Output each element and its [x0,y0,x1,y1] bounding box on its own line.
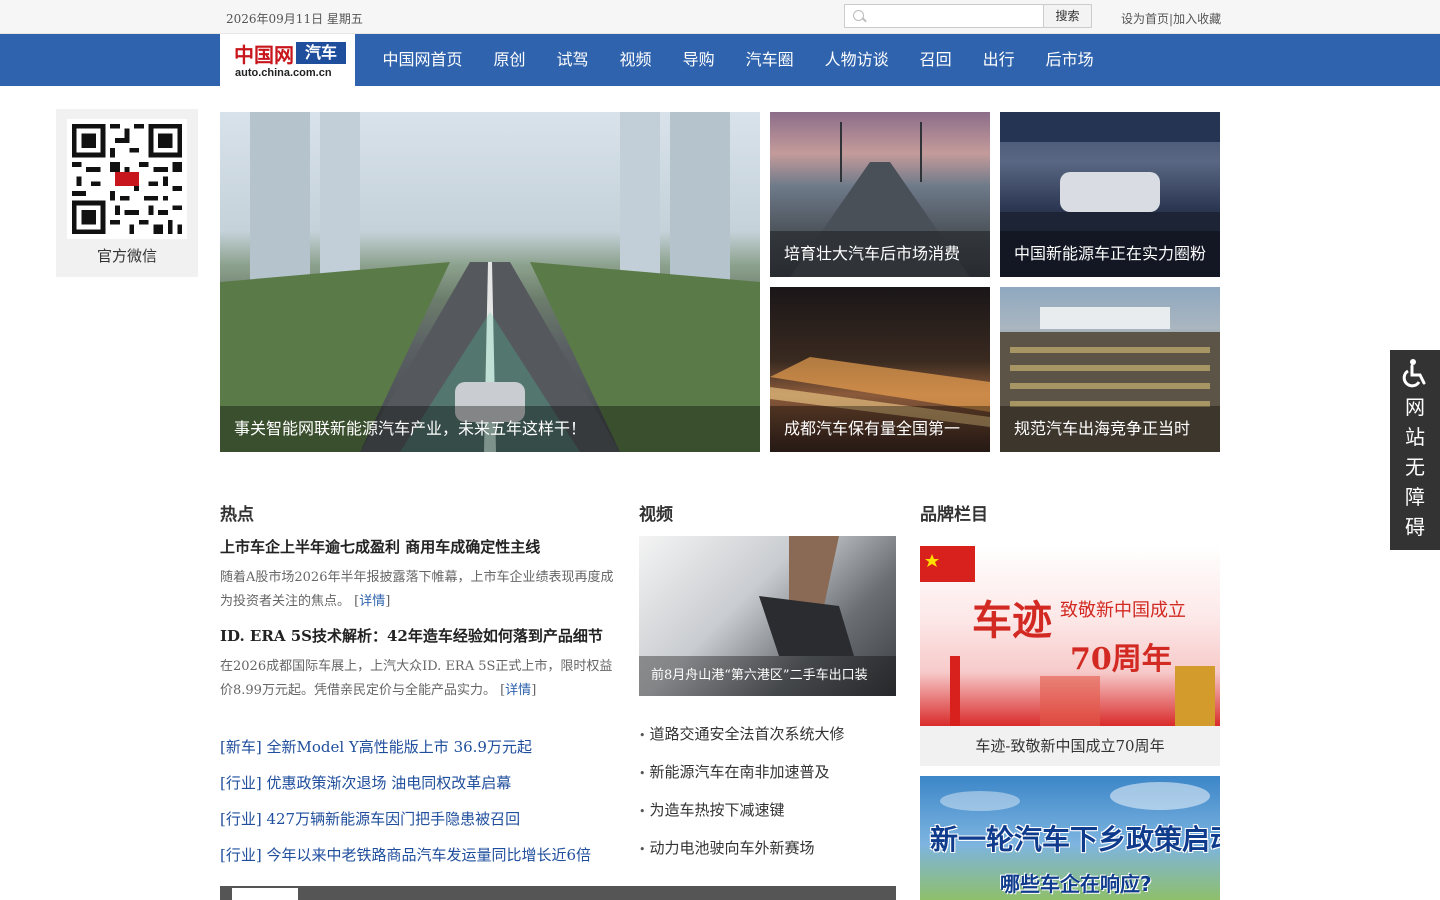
nav-item-test-drive[interactable]: 试驾 [541,34,604,86]
accessibility-char: 站 [1405,425,1425,449]
nav-item-home[interactable]: 中国网首页 [367,34,478,86]
video-feature[interactable]: 前8月舟山港“第六港区”二手车出口装 [639,536,896,696]
focus-main-caption: 事关智能网联新能源汽车产业，未来五年这样干！ [220,406,760,452]
main-nav: 中国网 汽车 auto.china.com.cn 中国网首页 原创 试驾 视频 … [0,34,1440,86]
accessibility-char: 障 [1405,485,1425,509]
focus-caption-chengdu: 成都汽车保有量全国第一 [770,406,990,452]
hot-summary-1: 随着A股市场2026年半年报披露落下帷幕，上市车企业绩表现再度成为投资者关注的焦… [220,566,615,614]
accessibility-char: 碍 [1405,515,1425,539]
search-box[interactable] [844,4,1044,28]
focus-image-nev[interactable]: 中国新能源车正在实力圈粉 [1000,112,1220,277]
brand-caption-cheji: 车迹-致敬新中国成立70周年 [975,737,1165,755]
wheelchair-icon [1402,359,1426,388]
nav-item-interviews[interactable]: 人物访谈 [809,34,904,86]
bottom-tab-bar [220,886,896,900]
nav-item-aftermarket[interactable]: 后市场 [1030,34,1109,86]
accessibility-label: 网 站 无 障 碍 [1390,392,1440,542]
brand-banner-title: 车迹 [972,597,1052,644]
focus-image-export[interactable]: 规范汽车出海竞争正当时 [1000,287,1220,452]
nav-item-video[interactable]: 视频 [604,34,667,86]
list-item[interactable]: [行业] 今年以来中老铁路商品汽车发运量同比增长近6倍 [220,837,591,873]
list-item[interactable]: 为造车热按下减速键 [639,792,845,830]
logo-section: 汽车 [296,42,346,64]
list-item[interactable]: [行业] 427万辆新能源车因门把手隐患被召回 [220,801,591,837]
add-favorite-link[interactable]: 加入收藏 [1173,12,1221,26]
smart-road-illustration [220,112,760,452]
section-title-hot: 热点 [220,505,254,525]
top-links: 设为首页|加入收藏 [1121,10,1221,27]
brand-column-cheji[interactable]: 车迹 致敬新中国成立 70周年 车迹-致敬新中国成立70周年 [920,546,1220,766]
focus-main-image[interactable]: 事关智能网联新能源汽车产业，未来五年这样干！ [220,112,760,452]
accessibility-char: 网 [1405,395,1425,419]
list-item[interactable]: 道路交通安全法首次系统大修 [639,716,845,754]
video-list: 道路交通安全法首次系统大修 新能源汽车在南非加速普及 为造车热按下减速键 动力电… [639,716,845,868]
nav-item-original[interactable]: 原创 [478,34,541,86]
nav-item-buying-guide[interactable]: 导购 [667,34,730,86]
section-title-brand: 品牌栏目 [920,505,988,525]
focus-caption-export: 规范汽车出海竞争正当时 [1000,406,1220,452]
list-item[interactable]: 动力电池驶向车外新赛场 [639,830,845,868]
nav-item-travel[interactable]: 出行 [967,34,1030,86]
hot-summary-2: 在2026成都国际车展上，上汽大众ID. ERA 5S正式上市，限时权益价8.9… [220,655,615,703]
hot-news-list: [新车] 全新Model Y高性能版上市 36.9万元起 [行业] 优惠政策渐次… [220,729,591,873]
detail-bracket-close: ] [531,683,537,698]
search-button[interactable]: 搜索 [1043,4,1092,28]
logo-brand: 中国网 [234,43,294,67]
focus-image-chengdu[interactable]: 成都汽车保有量全国第一 [770,287,990,452]
list-item[interactable]: 新能源汽车在南非加速普及 [639,754,845,792]
list-item[interactable]: [行业] 优惠政策渐次退场 油电同权改革启幕 [220,765,591,801]
nav-items: 中国网首页 原创 试驾 视频 导购 汽车圈 人物访谈 召回 出行 后市场 [367,34,1109,86]
section-title-video: 视频 [639,505,673,525]
focus-caption-nev: 中国新能源车正在实力圈粉 [1000,231,1220,277]
search-input[interactable] [871,7,1039,25]
detail-link-2[interactable]: 详情 [505,683,531,698]
qr-code-icon [67,119,187,239]
video-caption: 前8月舟山港“第六港区”二手车出口装 [639,656,896,696]
current-date: 2026年09月11日 星期五 [226,12,363,26]
brand-banner-line: 致敬新中国成立 [1060,600,1186,621]
hot-headline-2[interactable]: ID. ERA 5S技术解析：42年造车经验如何落到产品细节 [220,625,603,646]
list-item[interactable]: [新车] 全新Model Y高性能版上市 36.9万元起 [220,729,591,765]
detail-bracket-close: ] [385,594,391,609]
wechat-label: 官方微信 [96,247,157,265]
accessibility-char: 无 [1405,455,1425,479]
brand-banner2-line1: 新一轮汽车下乡政策启动 [930,823,1220,856]
hot-headline-1[interactable]: 上市车企上半年逾七成盈利 商用车成确定性主线 [220,536,540,557]
accessibility-widget[interactable]: 网 站 无 障 碍 [1390,350,1440,550]
hot-summary-text-2: 在2026成都国际车展上，上汽大众ID. ERA 5S正式上市，限时权益价8.9… [220,659,613,698]
site-logo[interactable]: 中国网 汽车 auto.china.com.cn [220,34,355,86]
brand-column-countryside[interactable]: 新一轮汽车下乡政策启动 哪些车企在响应? [920,776,1220,900]
logo-domain: auto.china.com.cn [235,67,332,79]
brand-banner2-line2: 哪些车企在响应? [1000,872,1152,896]
brand-banner-cheji: 车迹 致敬新中国成立 70周年 [920,546,1220,726]
set-home-link[interactable]: 设为首页 [1121,12,1169,26]
focus-image-aftermarket[interactable]: 培育壮大汽车后市场消费 [770,112,990,277]
top-bar: 2026年09月11日 星期五 搜索 设为首页|加入收藏 [0,0,1440,34]
hot-summary-text-1: 随着A股市场2026年半年报披露落下帷幕，上市车企业绩表现再度成为投资者关注的焦… [220,570,614,609]
wechat-qr-box: 官方微信 [56,109,198,277]
nav-item-recall[interactable]: 召回 [904,34,967,86]
search-icon [853,10,864,21]
nav-item-auto-circle[interactable]: 汽车圈 [730,34,809,86]
brand-banner-years: 70周年 [1070,642,1172,677]
detail-link-1[interactable]: 详情 [359,594,385,609]
bottom-tab[interactable] [232,888,298,900]
focus-caption-aftermarket: 培育壮大汽车后市场消费 [770,231,990,277]
